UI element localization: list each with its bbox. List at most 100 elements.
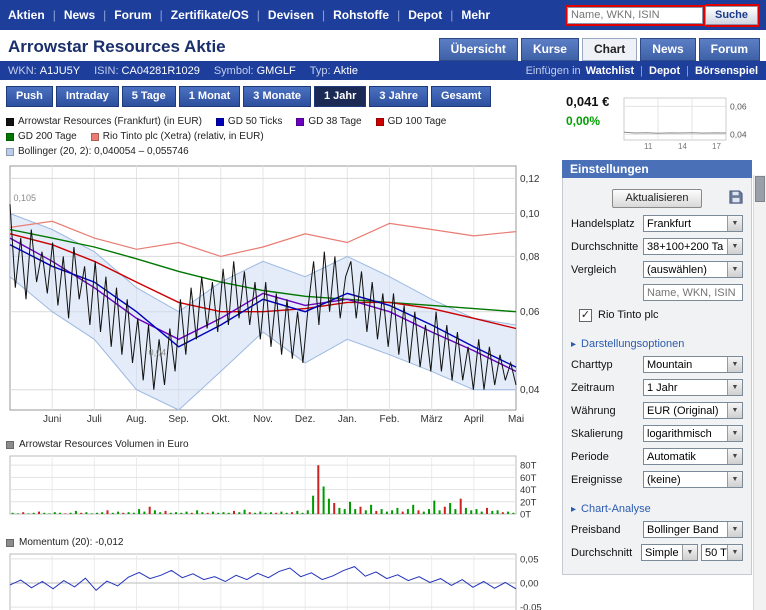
svg-text:0T: 0T [520, 510, 531, 521]
chart-column: Push Intraday 5 Tage 1 Monat 3 Monate 1 … [0, 80, 558, 610]
tab-uebersicht[interactable]: Übersicht [439, 38, 518, 61]
compare-checkbox[interactable]: ✓ [579, 309, 592, 322]
mini-chart: 0,060,04111417 [622, 94, 756, 150]
typ-pair: Typ:Aktie [310, 65, 358, 77]
wkn-pair: WKN:A1JU5Y [8, 65, 80, 77]
durchschnitt-type-select[interactable]: Simple ▼ [641, 544, 698, 561]
svg-text:14: 14 [678, 142, 687, 150]
svg-text:17: 17 [712, 142, 721, 150]
nav-item-zertifikate[interactable]: Zertifikate/OS [152, 8, 249, 22]
range-tab-intraday[interactable]: Intraday [56, 86, 119, 107]
range-tab-1-jahr[interactable]: 1 Jahr [314, 86, 366, 107]
tab-news[interactable]: News [640, 38, 695, 61]
svg-text:April: April [464, 414, 484, 425]
nav-search: Suche [565, 4, 760, 27]
svg-text:Nov.: Nov. [253, 414, 273, 425]
dropdown-arrow-icon: ▼ [727, 357, 742, 372]
section-darstellungsoptionen[interactable]: ▸ Darstellungsoptionen [563, 326, 751, 353]
dropdown-arrow-icon: ▼ [727, 262, 742, 277]
svg-text:Sep.: Sep. [168, 414, 189, 425]
link-boersenspiel[interactable]: Börsenspiel [680, 65, 758, 77]
rio-tinto-swatch-icon [91, 133, 99, 141]
search-button[interactable]: Suche [705, 6, 758, 25]
compare-checkbox-label: Rio Tinto plc [598, 309, 659, 321]
nav-item-depot[interactable]: Depot [389, 8, 442, 22]
svg-text:Juni: Juni [43, 414, 61, 425]
range-tab-push[interactable]: Push [6, 86, 53, 107]
tab-forum[interactable]: Forum [699, 38, 760, 61]
svg-text:0,08: 0,08 [520, 252, 540, 263]
durchschnitt-period-select[interactable]: 50 T ▼ [701, 544, 743, 561]
scrollbar-thumb[interactable] [755, 176, 765, 202]
range-tab-3-monate[interactable]: 3 Monate [243, 86, 311, 107]
legend-rio-tinto: Rio Tinto plc (Xetra) (relativ, in EUR) [91, 131, 264, 142]
momentum-chart-title: Momentum (20): -0,012 [6, 537, 558, 548]
gd38-swatch-icon [296, 118, 304, 126]
preisband-select[interactable]: Bollinger Band ▼ [643, 521, 743, 538]
gd200-swatch-icon [6, 133, 14, 141]
ereignisse-select[interactable]: (keine) ▼ [643, 471, 743, 488]
update-button[interactable]: Aktualisieren [612, 189, 703, 208]
field-waehrung: Währung EUR (Original) ▼ [563, 399, 751, 422]
link-watchlist[interactable]: Watchlist [586, 65, 635, 77]
vergleich-select[interactable]: (auswählen) ▼ [643, 261, 743, 278]
periode-select[interactable]: Automatik ▼ [643, 448, 743, 465]
dropdown-arrow-icon: ▼ [682, 545, 697, 560]
section-chart-analyse[interactable]: ▸ Chart-Analyse [563, 491, 751, 518]
svg-text:März: März [421, 414, 443, 425]
svg-text:Dez.: Dez. [295, 414, 316, 425]
range-tab-1-monat[interactable]: 1 Monat [179, 86, 241, 107]
nav-menu: Aktien News Forum Zertifikate/OS Devisen… [8, 8, 490, 22]
dropdown-arrow-icon: ▼ [727, 426, 742, 441]
sidebar-scrollbar[interactable] [753, 175, 766, 610]
svg-text:0,04: 0,04 [520, 385, 540, 396]
range-tabs: Push Intraday 5 Tage 1 Monat 3 Monate 1 … [6, 86, 558, 107]
section-arrow-icon: ▸ [571, 339, 576, 350]
nav-item-devisen[interactable]: Devisen [249, 8, 314, 22]
nav-item-mehr[interactable]: Mehr [442, 8, 490, 22]
svg-text:0,10: 0,10 [520, 209, 540, 220]
field-durchschnitt-analyse: Durchschnitt Simple ▼ 50 T ▼ [563, 541, 751, 564]
gd100-swatch-icon [376, 118, 384, 126]
range-tab-3-jahre[interactable]: 3 Jahre [369, 86, 428, 107]
skalierung-select[interactable]: logarithmisch ▼ [643, 425, 743, 442]
charttyp-select[interactable]: Mountain ▼ [643, 356, 743, 373]
svg-text:0,05: 0,05 [520, 554, 539, 565]
momentum-chart: 0,050,00-0,05 [4, 550, 556, 610]
durchschnitte-select[interactable]: 38+100+200 Ta ▼ [643, 238, 743, 255]
quote-block: 0,041 € 0,00% 0,060,04111417 [558, 80, 766, 152]
nav-item-forum[interactable]: Forum [95, 8, 151, 22]
svg-text:Jan.: Jan. [338, 414, 357, 425]
field-compare-input [563, 281, 751, 304]
nav-item-aktien[interactable]: Aktien [8, 8, 45, 22]
save-icon[interactable] [729, 190, 743, 209]
gd50-swatch-icon [216, 118, 224, 126]
svg-text:60T: 60T [520, 473, 537, 484]
compare-input[interactable] [643, 284, 743, 301]
instrument-info-bar: WKN:A1JU5Y ISIN:CA04281R1029 Symbol:GMGL… [0, 61, 766, 80]
field-skalierung: Skalierung logarithmisch ▼ [563, 422, 751, 445]
svg-text:0,00: 0,00 [520, 579, 539, 590]
range-tab-5-tage[interactable]: 5 Tage [122, 86, 176, 107]
svg-text:0,04: 0,04 [149, 348, 167, 358]
isin-pair: ISIN:CA04281R1029 [94, 65, 200, 77]
nav-item-rohstoffe[interactable]: Rohstoffe [314, 8, 389, 22]
volume-chart: 80T60T40T20T0T [4, 452, 556, 522]
nav-item-news[interactable]: News [45, 8, 95, 22]
svg-text:40T: 40T [520, 485, 537, 496]
settings-header: Einstellungen [562, 160, 752, 178]
search-input[interactable] [567, 7, 703, 24]
range-tab-gesamt[interactable]: Gesamt [431, 86, 491, 107]
top-navigation: Aktien News Forum Zertifikate/OS Devisen… [0, 0, 766, 30]
svg-text:0,06: 0,06 [520, 307, 540, 318]
section-arrow-icon: ▸ [571, 504, 576, 515]
tab-chart[interactable]: Chart [582, 38, 637, 61]
svg-text:Aug.: Aug. [126, 414, 147, 425]
handelsplatz-select[interactable]: Frankfurt ▼ [643, 215, 743, 232]
instrument-identifiers: WKN:A1JU5Y ISIN:CA04281R1029 Symbol:GMGL… [8, 65, 358, 77]
waehrung-select[interactable]: EUR (Original) ▼ [643, 402, 743, 419]
tab-kurse[interactable]: Kurse [521, 38, 579, 61]
link-depot[interactable]: Depot [634, 65, 680, 77]
field-charttyp: Charttyp Mountain ▼ [563, 353, 751, 376]
zeitraum-select[interactable]: 1 Jahr ▼ [643, 379, 743, 396]
